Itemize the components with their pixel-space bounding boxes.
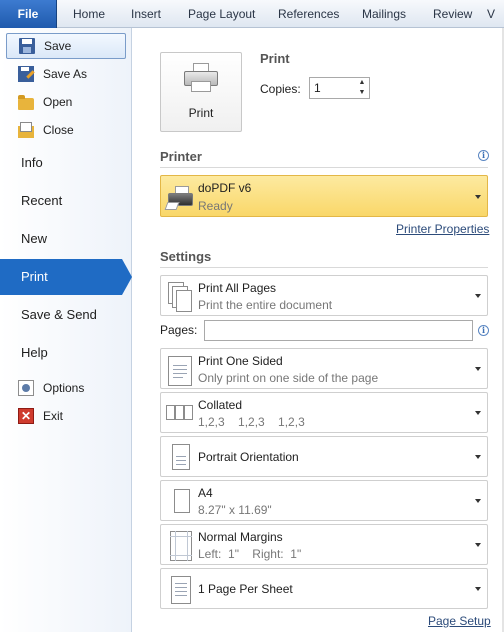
one-sided-icon (166, 355, 193, 386)
sides-dropdown[interactable]: Print One Sided Only print on one side o… (160, 348, 488, 389)
orientation-dropdown[interactable]: Portrait Orientation (160, 436, 488, 477)
margins-dropdown[interactable]: Normal Margins Left: 1" Right: 1" (160, 524, 488, 565)
nav-recent[interactable]: Recent (0, 183, 132, 219)
tab-page-layout[interactable]: Page Layout (188, 0, 255, 28)
nav-open-label: Open (43, 95, 73, 109)
nav-exit-label: Exit (43, 409, 64, 423)
collated-icon (166, 399, 193, 429)
info-icon[interactable]: i (478, 150, 489, 161)
orientation-title: Portrait Orientation (198, 450, 299, 464)
tab-references[interactable]: References (278, 0, 339, 28)
printer-name: doPDF v6 (198, 181, 252, 195)
pages-per-sheet-dropdown[interactable]: 1 Page Per Sheet (160, 568, 488, 609)
paper-size-subtitle: 8.27" x 11.69" (198, 503, 272, 517)
chevron-down-icon (475, 543, 481, 547)
collation-subtitle: 1,2,3 1,2,3 1,2,3 (198, 415, 305, 429)
collation-title: Collated (198, 398, 243, 412)
backstage-nav: Save Save As Open Close Info Recent New … (0, 28, 132, 632)
printer-properties-link[interactable]: Printer Properties (396, 222, 489, 236)
pages-info-icon[interactable]: i (478, 325, 489, 336)
tab-file[interactable]: File (0, 0, 57, 28)
printer-heading: Printer (160, 149, 202, 164)
page-setup-link[interactable]: Page Setup (428, 614, 491, 628)
portrait-page-icon (166, 443, 193, 473)
copies-value: 1 (314, 81, 321, 95)
chevron-down-icon (475, 367, 481, 371)
nav-save-as-label: Save As (43, 67, 88, 81)
ribbon-tab-bar: File Home Insert Page Layout References … (0, 0, 504, 28)
open-folder-icon (18, 94, 34, 110)
settings-heading: Settings (160, 249, 212, 264)
paper-size-title: A4 (198, 486, 213, 500)
save-as-icon (18, 66, 34, 82)
nav-new[interactable]: New (0, 221, 132, 257)
copies-label: Copies: (260, 82, 301, 96)
pages-per-sheet-icon (166, 575, 193, 605)
paper-size-icon (166, 487, 193, 517)
nav-close-button[interactable]: Close (6, 117, 126, 143)
margins-title: Normal Margins (198, 530, 283, 544)
print-heading: Print (260, 51, 290, 66)
nav-options-label: Options (43, 381, 85, 395)
nav-close-label: Close (43, 123, 74, 137)
chevron-down-icon (475, 499, 481, 503)
nav-save-label: Save (44, 39, 72, 53)
margins-icon (166, 531, 193, 561)
printer-divider (160, 167, 488, 168)
pages-input[interactable] (204, 320, 473, 341)
copies-stepper[interactable]: 1 ▲ ▼ (309, 77, 370, 99)
nav-save-send[interactable]: Save & Send (0, 297, 132, 333)
nav-exit-button[interactable]: ✕ Exit (6, 403, 126, 429)
print-button[interactable]: Print (160, 52, 242, 132)
close-folder-icon (18, 121, 34, 138)
nav-print[interactable]: Print (0, 259, 132, 295)
save-icon (19, 38, 35, 54)
print-pane: Print Print Copies: 1 ▲ ▼ Printer i doPD… (133, 28, 504, 632)
tab-home[interactable]: Home (73, 0, 105, 28)
margins-subtitle: Left: 1" Right: 1" (198, 547, 302, 561)
nav-open-button[interactable]: Open (6, 89, 126, 115)
options-icon (18, 380, 34, 396)
chevron-down-icon (475, 411, 481, 415)
nav-save-button[interactable]: Save (6, 33, 126, 59)
tab-view-partial[interactable]: V (487, 0, 495, 28)
tab-insert[interactable]: Insert (131, 0, 161, 28)
printer-dropdown[interactable]: doPDF v6 Ready (160, 175, 488, 217)
chevron-down-icon (475, 195, 481, 199)
pages-per-sheet-title: 1 Page Per Sheet (198, 582, 293, 596)
chevron-down-icon (475, 587, 481, 591)
nav-help[interactable]: Help (0, 335, 132, 371)
nav-options-button[interactable]: Options (6, 375, 126, 401)
tab-review[interactable]: Review (433, 0, 472, 28)
printer-icon (184, 63, 218, 93)
exit-icon: ✕ (18, 408, 34, 424)
chevron-down-icon (475, 294, 481, 298)
all-pages-icon (166, 282, 193, 312)
sides-subtitle: Only print on one side of the page (198, 371, 379, 385)
printer-status: Ready (198, 199, 233, 213)
chevron-down-icon (475, 455, 481, 459)
settings-divider (160, 267, 488, 268)
nav-save-as-button[interactable]: Save As (6, 61, 126, 87)
nav-info[interactable]: Info (0, 145, 132, 181)
copies-up-arrow-icon[interactable]: ▲ (355, 78, 369, 88)
print-button-label: Print (188, 106, 214, 120)
print-range-dropdown[interactable]: Print All Pages Print the entire documen… (160, 275, 488, 316)
print-range-subtitle: Print the entire document (198, 298, 333, 312)
copies-down-arrow-icon[interactable]: ▼ (355, 88, 369, 98)
print-range-title: Print All Pages (198, 281, 277, 295)
sides-title: Print One Sided (198, 354, 283, 368)
pages-label: Pages: (160, 323, 198, 337)
paper-size-dropdown[interactable]: A4 8.27" x 11.69" (160, 480, 488, 521)
collation-dropdown[interactable]: Collated 1,2,3 1,2,3 1,2,3 (160, 392, 488, 433)
tab-mailings[interactable]: Mailings (362, 0, 406, 28)
printer-device-icon (164, 182, 193, 212)
